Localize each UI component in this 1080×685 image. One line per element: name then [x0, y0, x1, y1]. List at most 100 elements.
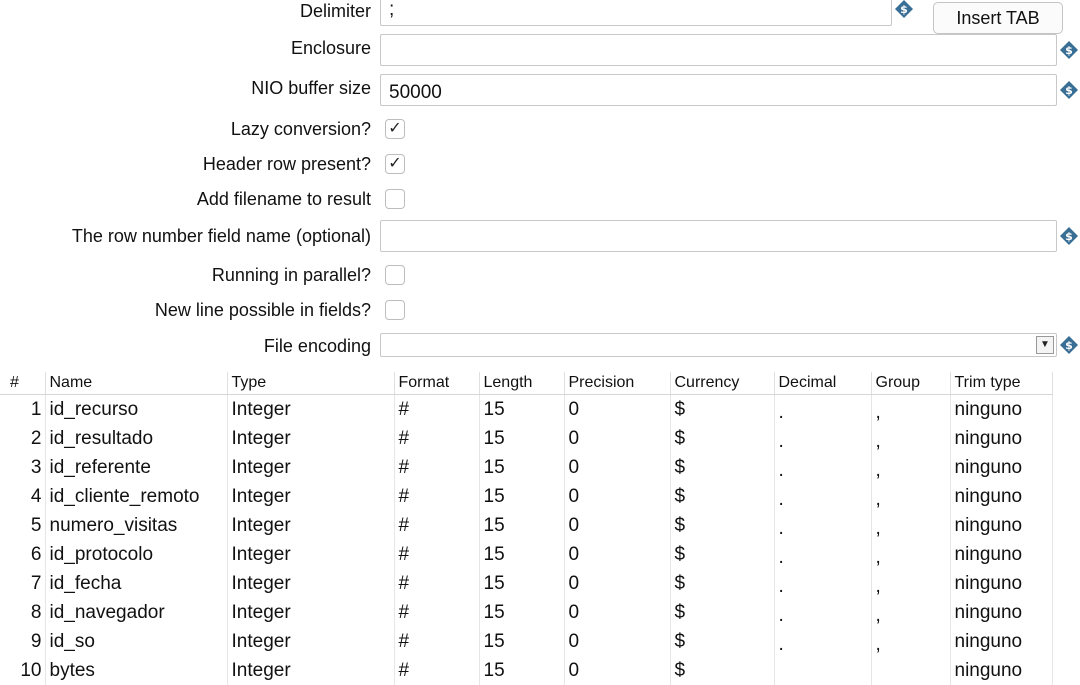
table-cell[interactable]: id_navegador	[45, 598, 228, 627]
table-cell[interactable]: Integer	[227, 394, 395, 424]
nio-buffer-input[interactable]: 50000	[380, 74, 1057, 106]
lazy-conversion-checkbox[interactable]: ✓	[385, 119, 405, 139]
column-header[interactable]: Group	[871, 372, 951, 395]
table-cell[interactable]: ninguno	[950, 569, 1053, 598]
table-cell[interactable]: #	[394, 394, 480, 424]
table-cell[interactable]: 15	[479, 453, 565, 482]
table-cell[interactable]: #	[394, 656, 480, 685]
table-cell[interactable]: id_resultado	[45, 424, 228, 453]
dollar-variable-icon[interactable]: $	[1060, 81, 1078, 99]
table-cell[interactable]: .	[774, 598, 872, 627]
table-cell[interactable]: .	[774, 394, 872, 424]
insert-tab-button[interactable]: Insert TAB	[933, 2, 1063, 34]
column-header[interactable]: Trim type	[950, 372, 1053, 395]
table-row[interactable]: 7 id_fecha Integer #15 0 $., ninguno	[0, 569, 1053, 598]
table-cell[interactable]: id_referente	[45, 453, 228, 482]
table-cell[interactable]: 0	[564, 394, 671, 424]
table-cell[interactable]: $	[670, 482, 775, 511]
new-line-possible-checkbox[interactable]	[385, 300, 405, 320]
running-parallel-checkbox[interactable]	[385, 265, 405, 285]
table-cell[interactable]: 15	[479, 540, 565, 569]
column-header[interactable]: Length	[479, 372, 565, 395]
table-cell[interactable]: ninguno	[950, 627, 1053, 656]
table-cell[interactable]: #	[394, 511, 480, 540]
table-cell[interactable]: 15	[479, 424, 565, 453]
column-header[interactable]: Format	[394, 372, 480, 395]
table-cell[interactable]: 0	[564, 627, 671, 656]
table-cell[interactable]: $	[670, 540, 775, 569]
table-cell[interactable]: .	[774, 482, 872, 511]
table-row[interactable]: 5 numero_visitas Integer #15 0 $., ninguno	[0, 511, 1053, 540]
table-row[interactable]: 2 id_resultado Integer #15 0 $., ninguno	[0, 424, 1053, 453]
table-cell[interactable]: ,	[871, 598, 951, 627]
table-cell[interactable]: #	[394, 453, 480, 482]
file-encoding-select[interactable]	[380, 333, 1057, 357]
table-cell[interactable]: id_so	[45, 627, 228, 656]
table-cell[interactable]: 0	[564, 656, 671, 685]
table-cell[interactable]: #	[394, 540, 480, 569]
dollar-variable-icon[interactable]: $	[895, 0, 913, 18]
dollar-variable-icon[interactable]: $	[1060, 336, 1078, 354]
table-cell[interactable]: ninguno	[950, 511, 1053, 540]
table-cell[interactable]: $	[670, 453, 775, 482]
table-cell[interactable]: ninguno	[950, 424, 1053, 453]
table-cell[interactable]: Integer	[227, 540, 395, 569]
table-cell[interactable]	[774, 656, 872, 685]
table-cell[interactable]: #	[394, 424, 480, 453]
table-cell[interactable]: bytes	[45, 656, 228, 685]
table-cell[interactable]: ninguno	[950, 656, 1053, 685]
table-cell[interactable]: 15	[479, 482, 565, 511]
table-cell[interactable]: 15	[479, 598, 565, 627]
table-cell[interactable]: 0	[564, 569, 671, 598]
table-cell[interactable]: ninguno	[950, 453, 1053, 482]
table-cell[interactable]: .	[774, 511, 872, 540]
table-cell[interactable]: Integer	[227, 511, 395, 540]
table-cell[interactable]: 15	[479, 627, 565, 656]
table-cell[interactable]: 0	[564, 540, 671, 569]
table-cell[interactable]: .	[774, 540, 872, 569]
table-cell[interactable]: ,	[871, 511, 951, 540]
table-cell[interactable]: $	[670, 424, 775, 453]
table-row[interactable]: 10 bytes Integer #15 0 $ ninguno	[0, 656, 1053, 685]
table-cell[interactable]: 0	[564, 598, 671, 627]
table-cell[interactable]: 15	[479, 569, 565, 598]
table-cell[interactable]: #	[394, 598, 480, 627]
table-cell[interactable]: ninguno	[950, 598, 1053, 627]
table-cell[interactable]: Integer	[227, 598, 395, 627]
table-cell[interactable]: 15	[479, 511, 565, 540]
dollar-variable-icon[interactable]: $	[1060, 41, 1078, 59]
table-cell[interactable]: $	[670, 394, 775, 424]
table-cell[interactable]: .	[774, 569, 872, 598]
dollar-variable-icon[interactable]: $	[1060, 227, 1078, 245]
table-cell[interactable]: $	[670, 511, 775, 540]
table-row[interactable]: 6 id_protocolo Integer #15 0 $., ninguno	[0, 540, 1053, 569]
column-header[interactable]: Precision	[564, 372, 671, 395]
table-cell[interactable]: Integer	[227, 482, 395, 511]
table-cell[interactable]: Integer	[227, 656, 395, 685]
table-cell[interactable]: id_recurso	[45, 394, 228, 424]
row-number-field-input[interactable]	[380, 220, 1057, 252]
table-cell[interactable]: $	[670, 598, 775, 627]
table-cell[interactable]: ninguno	[950, 482, 1053, 511]
table-cell[interactable]: id_fecha	[45, 569, 228, 598]
table-cell[interactable]: .	[774, 424, 872, 453]
add-filename-checkbox[interactable]	[385, 189, 405, 209]
table-cell[interactable]: .	[774, 453, 872, 482]
table-cell[interactable]: ,	[871, 569, 951, 598]
table-row[interactable]: 3 id_referente Integer #15 0 $., ninguno	[0, 453, 1053, 482]
table-cell[interactable]: ,	[871, 627, 951, 656]
table-row[interactable]: 9 id_so Integer #15 0 $., ninguno	[0, 627, 1053, 656]
table-cell[interactable]: #	[394, 482, 480, 511]
table-cell[interactable]: 0	[564, 482, 671, 511]
table-cell[interactable]: 0	[564, 453, 671, 482]
table-row[interactable]: 8 id_navegador Integer #15 0 $., ninguno	[0, 598, 1053, 627]
table-cell[interactable]: ninguno	[950, 540, 1053, 569]
column-header[interactable]: Type	[227, 372, 395, 395]
table-cell[interactable]: #	[394, 569, 480, 598]
header-row-checkbox[interactable]: ✓	[385, 154, 405, 174]
column-header[interactable]: Currency	[670, 372, 775, 395]
dropdown-arrow-icon[interactable]: ▼	[1036, 336, 1054, 354]
table-cell[interactable]: ,	[871, 424, 951, 453]
table-cell[interactable]: .	[774, 627, 872, 656]
table-cell[interactable]: 0	[564, 424, 671, 453]
